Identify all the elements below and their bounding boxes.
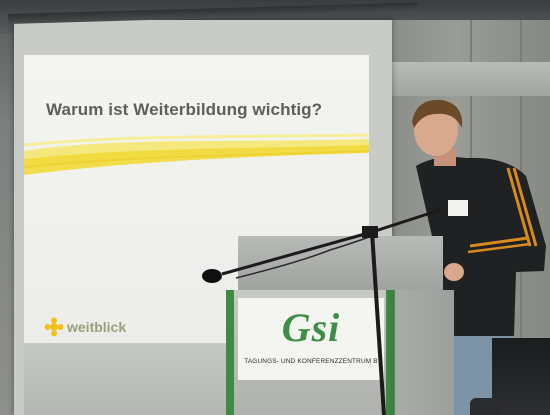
photo-scene: Warum ist Weiterbildung wichtig? weitbli… bbox=[0, 0, 550, 415]
microphone-icon bbox=[202, 269, 222, 283]
laptop bbox=[492, 338, 550, 415]
table-object bbox=[470, 398, 500, 415]
microphone-stand bbox=[202, 208, 441, 415]
